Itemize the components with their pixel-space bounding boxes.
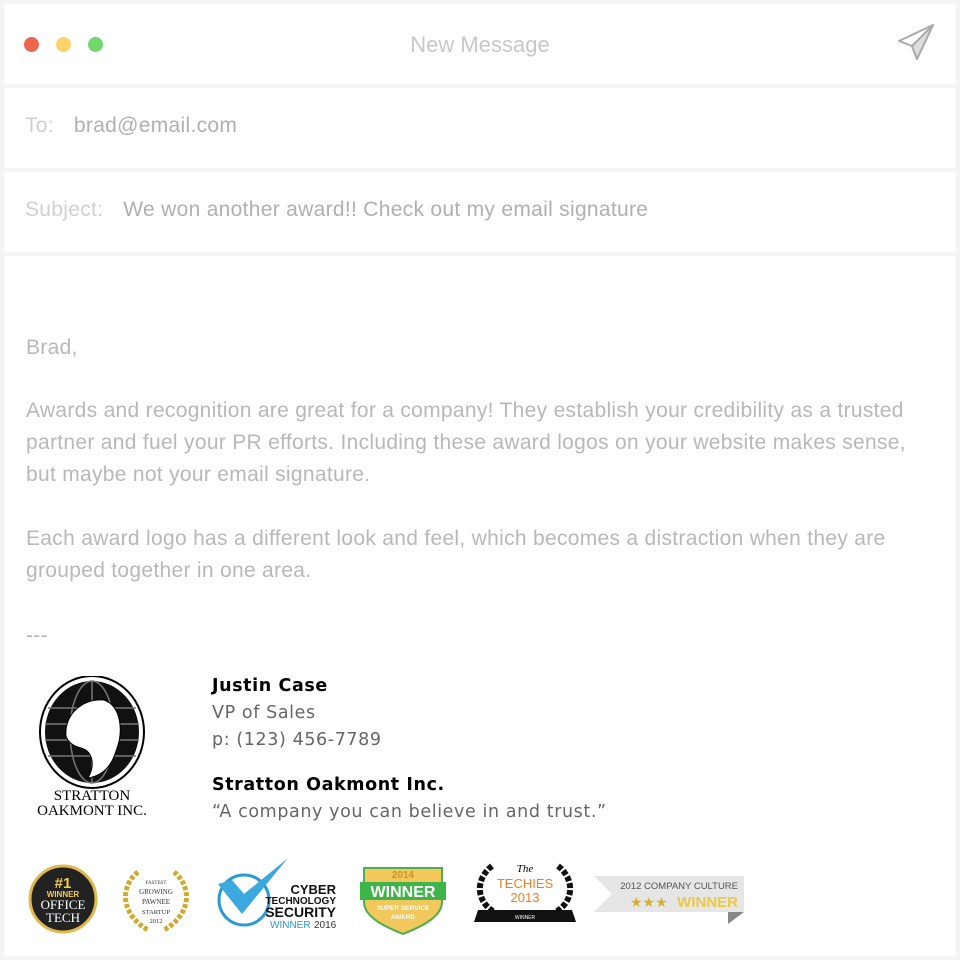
sender-name: Justin Case — [212, 676, 328, 696]
svg-text:WINNER: WINNER — [270, 920, 311, 931]
pawnee-startup-badge: FASTEST GROWING PAWNEE STARTUP 2012 — [123, 870, 189, 933]
window-title: New Message — [410, 32, 550, 57]
super-service-badge: 2014 WINNER SUPER SERVICE AWARD — [360, 867, 446, 936]
logo-text-line-2: Oakmont Inc. — [37, 803, 147, 816]
subject-field[interactable]: Subject: We won another award!! Check out… — [4, 172, 956, 252]
subject-label: Subject: — [25, 198, 104, 221]
company-logo: Stratton Oakmont Inc. — [26, 675, 158, 820]
company-name: Stratton Oakmont Inc. — [212, 775, 445, 795]
window-header: New Message — [4, 4, 956, 84]
to-input[interactable]: brad@email.com — [74, 114, 237, 137]
svg-text:TECHIES: TECHIES — [497, 876, 554, 891]
svg-text:FASTEST: FASTEST — [146, 881, 167, 886]
company-tagline: “A company you can believe in and trust.… — [212, 802, 607, 822]
paper-plane-icon[interactable] — [896, 22, 936, 62]
techies-badge: The TECHIES 2013 WINNER — [474, 863, 576, 922]
cyber-security-badge: CYBER TECHNOLOGY SECURITY WINNER 2016 — [217, 858, 337, 931]
svg-text:WINNER: WINNER — [515, 915, 536, 921]
paragraph-2: Each award logo has a different look and… — [26, 527, 886, 582]
svg-text:AWARD: AWARD — [391, 914, 416, 921]
sender-phone: p: (123) 456-7789 — [212, 730, 382, 750]
message-body[interactable]: Brad, Awards and recognition are great f… — [4, 256, 956, 956]
svg-text:PAWNEE: PAWNEE — [142, 898, 170, 906]
sender-title: VP of Sales — [212, 703, 316, 723]
svg-text:2012 COMPANY CULTURE: 2012 COMPANY CULTURE — [620, 881, 738, 892]
svg-text:CYBER: CYBER — [290, 882, 336, 897]
svg-text:GROWING: GROWING — [139, 888, 173, 896]
separator: --- — [26, 624, 48, 647]
greeting: Brad, — [26, 336, 78, 359]
svg-text:★★★: ★★★ — [630, 895, 668, 911]
svg-text:STARTUP: STARTUP — [142, 909, 170, 916]
office-tech-badge: #1 WINNER OFFICE TECH — [28, 864, 98, 934]
subject-input[interactable]: We won another award!! Check out my emai… — [123, 198, 648, 221]
svg-text:2014: 2014 — [392, 870, 415, 881]
to-field[interactable]: To: brad@email.com — [4, 88, 956, 168]
svg-text:2013: 2013 — [511, 890, 540, 905]
svg-text:2012: 2012 — [150, 918, 163, 925]
svg-text:2016: 2016 — [314, 920, 337, 931]
company-culture-badge: 2012 COMPANY CULTURE ★★★ WINNER — [594, 876, 744, 924]
to-label: To: — [25, 114, 54, 137]
svg-text:WINNER: WINNER — [677, 894, 738, 911]
svg-text:SUPER SERVICE: SUPER SERVICE — [377, 905, 430, 912]
paragraph-1: Awards and recognition are great for a c… — [26, 399, 906, 486]
svg-text:WINNER: WINNER — [371, 884, 436, 901]
svg-text:SECURITY: SECURITY — [265, 904, 336, 920]
svg-text:The: The — [517, 863, 534, 875]
svg-text:TECH: TECH — [46, 910, 80, 925]
logo-text-line-1: Stratton — [54, 788, 131, 804]
